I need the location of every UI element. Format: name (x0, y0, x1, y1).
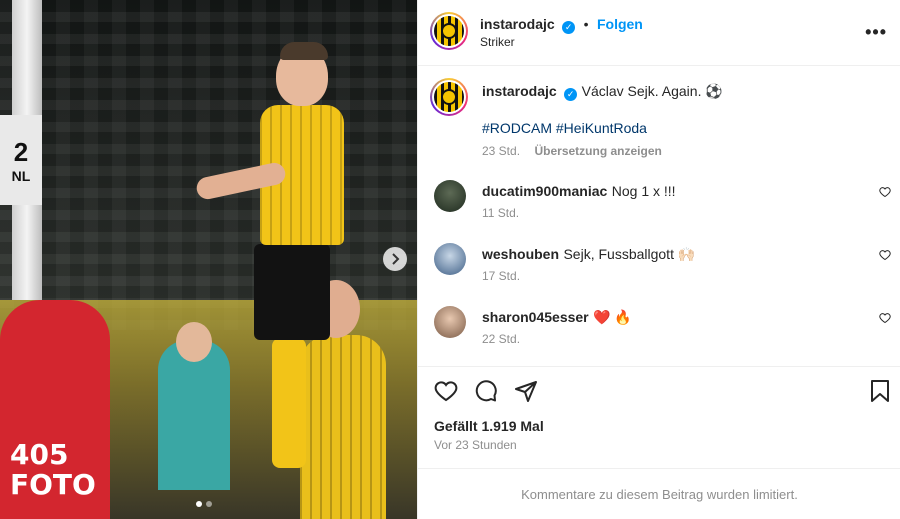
post-image[interactable]: 2 NL 405 FOTO (0, 0, 417, 519)
vest-text: 405 FOTO (10, 440, 96, 500)
heart-icon[interactable] (434, 379, 458, 403)
like-comment-icon[interactable] (879, 249, 891, 261)
comment-time: 17 Std. (482, 269, 521, 283)
comment-username[interactable]: sharon045esser (482, 309, 589, 325)
carousel-dot (206, 501, 212, 507)
header-subtitle: Striker (480, 35, 515, 49)
stand-sign: 2 NL (0, 115, 42, 205)
comment-avatar[interactable] (434, 180, 466, 212)
comment-item: sharon045esser ❤️ 🔥 22 Std. (418, 306, 900, 366)
comment-text: Sejk, Fussballgott 🙌🏻 (563, 246, 696, 262)
caption-text: Václav Sejk. Again. ⚽ (581, 83, 723, 99)
like-comment-icon[interactable] (879, 312, 891, 324)
post-side-panel: instarodajc ✓ • Folgen Striker ••• insta… (417, 0, 900, 519)
comment-time: 22 Std. (482, 332, 521, 346)
follow-button[interactable]: Folgen (597, 16, 643, 32)
vest-number: 405 (10, 438, 69, 471)
verified-icon: ✓ (562, 21, 576, 34)
share-icon[interactable] (514, 379, 538, 403)
comment-avatar[interactable] (434, 306, 466, 338)
avatar[interactable] (430, 12, 468, 50)
fan-head (176, 322, 212, 362)
comment-item: ducatim900maniac Nog 1 x !!! 11 Std. (418, 180, 900, 240)
separator: • (583, 16, 589, 32)
player-hair (280, 42, 328, 60)
carousel-dots (196, 501, 212, 507)
comment-username[interactable]: ducatim900maniac (482, 183, 607, 199)
player-leg (272, 338, 306, 468)
translate-link[interactable]: Übersetzung anzeigen (534, 144, 661, 158)
chevron-right-icon[interactable] (383, 247, 407, 271)
like-comment-icon[interactable] (879, 186, 891, 198)
comment-time: 11 Std. (482, 206, 520, 220)
caption-time: 23 Std. (482, 144, 521, 158)
stadium-stands (0, 0, 417, 330)
comment-text: ❤️ 🔥 (593, 309, 632, 325)
sign-text: NL (11, 167, 31, 184)
comment-avatar[interactable] (434, 243, 466, 275)
verified-icon: ✓ (564, 88, 578, 101)
bookmark-icon[interactable] (869, 379, 891, 403)
comment-text: Nog 1 x !!! (611, 183, 676, 199)
caption-username[interactable]: instarodajc (482, 83, 557, 99)
header-username[interactable]: instarodajc (480, 16, 555, 32)
caption-hashtags[interactable]: #RODCAM #HeiKuntRoda (482, 120, 647, 136)
comment-item: weshouben Sejk, Fussballgott 🙌🏻 17 Std. (418, 243, 900, 303)
comment-username[interactable]: weshouben (482, 246, 559, 262)
vest-label: FOTO (10, 468, 96, 501)
like-count[interactable]: Gefällt 1.919 Mal (434, 418, 544, 434)
more-options-icon[interactable]: ••• (865, 22, 887, 43)
comment-icon[interactable] (474, 379, 498, 403)
sign-number: 2 (13, 136, 29, 167)
teammate-figure (300, 335, 386, 519)
caption-avatar[interactable] (430, 78, 468, 116)
carousel-dot (196, 501, 202, 507)
action-bar (418, 366, 900, 412)
player-shorts (254, 244, 330, 340)
fan-figure (158, 340, 230, 490)
comments-limited-notice: Kommentare zu diesem Beitrag wurden limi… (418, 468, 900, 519)
post-header: instarodajc ✓ • Folgen Striker ••• (418, 0, 900, 66)
post-time: Vor 23 Stunden (434, 438, 517, 452)
